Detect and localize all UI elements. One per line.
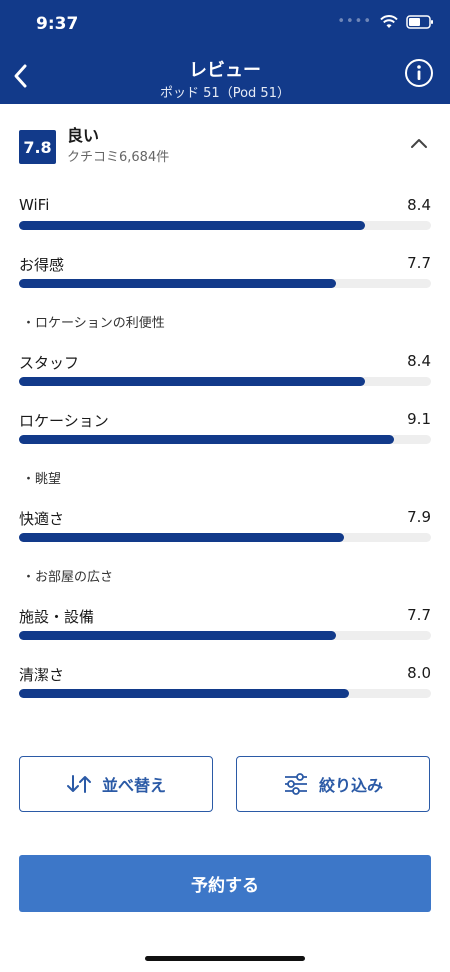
category-label: 快適さ [19, 510, 65, 528]
review-content: 7.8 良い クチコミ6,684件 WiFi 8.4 お得感 7.7 ・ロケーシ… [0, 104, 450, 834]
filter-button-label: 絞り込み [318, 776, 383, 795]
score-bar-fill [19, 221, 366, 230]
category-label: 施設・設備 [19, 608, 95, 626]
status-icons: •••• [337, 14, 434, 29]
review-summary: 7.8 良い クチコミ6,684件 [19, 122, 431, 166]
score-bar [19, 689, 431, 698]
category-comfort: 快適さ 7.9 [19, 508, 431, 558]
category-label: ロケーション [19, 412, 109, 430]
category-staff: スタッフ 8.4 [19, 352, 431, 402]
info-icon[interactable] [404, 58, 434, 88]
category-score: 7.9 [407, 508, 431, 526]
score-bar [19, 533, 431, 542]
score-bar-fill [19, 631, 337, 640]
signal-dots-icon: •••• [337, 14, 372, 29]
category-facilities: 施設・設備 7.7 [19, 606, 431, 656]
score-bar [19, 279, 431, 288]
category-location: ロケーション 9.1 [19, 410, 431, 460]
category-label: スタッフ [19, 354, 80, 372]
score-bar-fill [19, 377, 366, 386]
page-subtitle: ポッド 51（Pod 51） [160, 86, 290, 101]
chevron-up-icon[interactable] [407, 132, 431, 156]
category-value: お得感 7.7 [19, 254, 431, 304]
status-time: 9:37 [36, 14, 79, 34]
wifi-icon [380, 14, 398, 28]
category-label: 清潔さ [19, 666, 65, 684]
filter-button[interactable]: 絞り込み [236, 756, 430, 812]
category-label: WiFi [19, 196, 50, 214]
sort-arrows-icon [66, 775, 91, 793]
rating-word: 良い [67, 126, 100, 145]
score-bar [19, 631, 431, 640]
review-count: クチコミ6,684件 [67, 150, 170, 165]
filter-sliders-icon [284, 773, 307, 795]
home-indicator [145, 956, 305, 961]
reserve-button[interactable]: 予約する [19, 855, 431, 912]
score-bar-fill [19, 435, 394, 444]
page-title: レビュー [189, 60, 261, 81]
category-score: 7.7 [407, 254, 431, 272]
category-label: お得感 [19, 256, 65, 274]
category-score: 8.0 [407, 664, 431, 682]
note-room-size: ・お部屋の広さ [22, 570, 114, 585]
app-header: 9:37 •••• レビュー ポッド 51（Pod 51） [0, 0, 450, 104]
score-bar-fill [19, 279, 337, 288]
note-view: ・眺望 [22, 472, 62, 487]
battery-icon [406, 14, 433, 29]
note-location-convenience: ・ロケーションの利便性 [22, 316, 165, 331]
sort-button[interactable]: 並べ替え [19, 756, 213, 812]
category-wifi: WiFi 8.4 [19, 196, 431, 246]
booking-footer: 予約する [0, 834, 450, 972]
sort-button-label: 並べ替え [101, 776, 166, 795]
category-score: 9.1 [407, 410, 431, 428]
score-bar-fill [19, 689, 349, 698]
score-bar [19, 221, 431, 230]
score-bar [19, 377, 431, 386]
score-bar [19, 435, 431, 444]
overall-score-badge: 7.8 [19, 130, 56, 164]
score-bar-fill [19, 533, 345, 542]
category-score: 8.4 [407, 196, 431, 214]
category-score: 7.7 [407, 606, 431, 624]
category-score: 8.4 [407, 352, 431, 370]
category-cleanliness: 清潔さ 8.0 [19, 664, 431, 714]
